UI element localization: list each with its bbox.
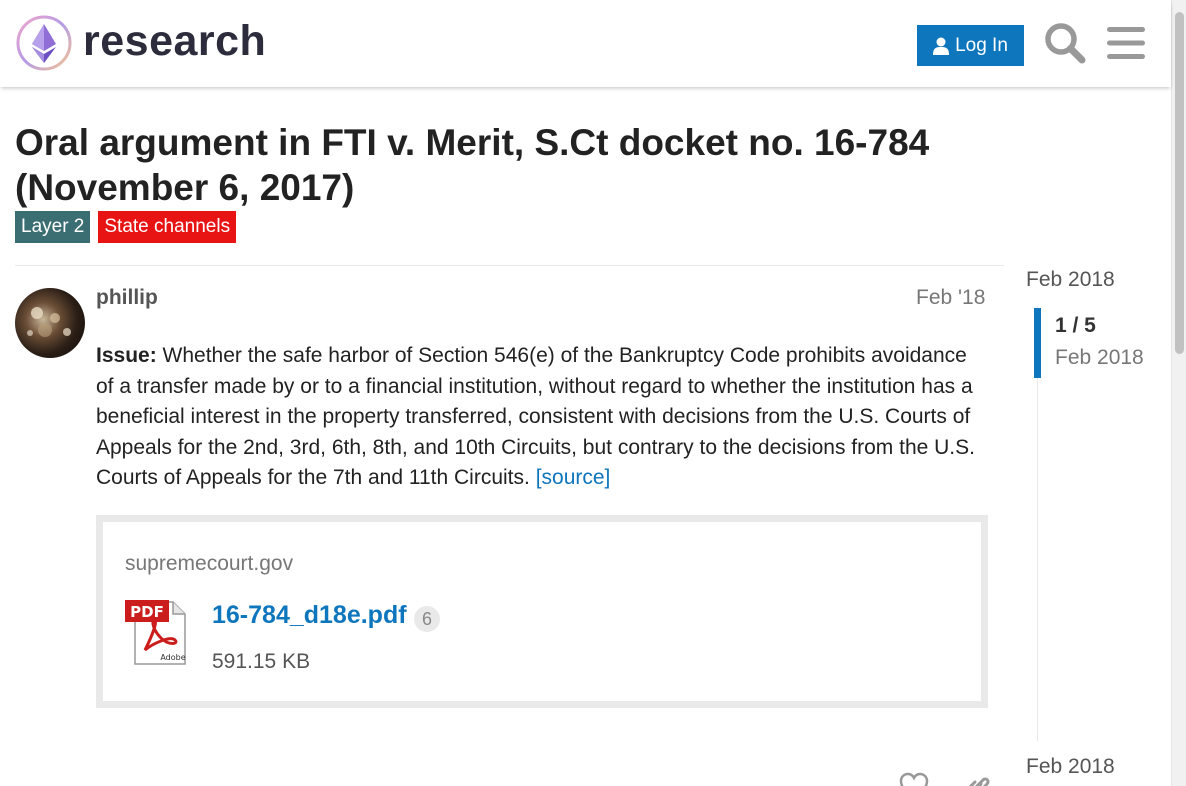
post-username[interactable]: phillip	[96, 286, 158, 310]
tag-layer-2[interactable]: Layer 2	[15, 211, 91, 243]
timeline-position: 1 / 5	[1055, 314, 1096, 337]
ethereum-logo-icon	[16, 15, 72, 71]
topic-tags: Layer 2 State channels	[15, 211, 237, 243]
onebox-card: supremecourt.gov PDF Adobe 16-784_d18e.p…	[96, 515, 988, 708]
avatar[interactable]	[15, 288, 85, 358]
post-date[interactable]: Feb '18	[916, 286, 985, 310]
timeline-start-date[interactable]: Feb 2018	[1026, 268, 1115, 292]
heart-icon[interactable]	[899, 772, 929, 786]
issue-label: Issue:	[96, 344, 157, 367]
timeline-scroll-handle[interactable]	[1034, 308, 1041, 378]
onebox-source[interactable]: supremecourt.gov	[125, 552, 293, 576]
source-link[interactable]: [source]	[536, 466, 611, 489]
site-logo[interactable]: research	[15, 14, 266, 72]
pdf-file-link[interactable]: 16-784_d18e.pdf	[212, 601, 407, 630]
site-name: research	[83, 16, 267, 65]
file-size: 591.15 KB	[212, 650, 311, 673]
login-label: Log In	[955, 34, 1008, 56]
hamburger-menu-icon[interactable]	[1107, 26, 1145, 60]
tag-state-channels[interactable]: State channels	[98, 211, 237, 243]
link-click-count-badge: 6	[414, 606, 440, 632]
pdf-file-icon: PDF Adobe	[125, 600, 186, 665]
title-divider	[15, 265, 1004, 266]
link-icon[interactable]	[963, 772, 993, 786]
svg-text:PDF: PDF	[130, 603, 164, 621]
login-button[interactable]: Log In	[917, 25, 1024, 66]
user-icon	[933, 37, 950, 55]
page-scrollbar[interactable]	[1171, 0, 1186, 786]
post-body: Issue: Whether the safe harbor of Sectio…	[96, 341, 988, 494]
scrollbar-thumb[interactable]	[1175, 12, 1184, 354]
svg-text:Adobe: Adobe	[160, 653, 185, 662]
topic-title[interactable]: Oral argument in FTI v. Merit, S.Ct dock…	[15, 120, 995, 210]
site-header: research Log In	[0, 0, 1171, 87]
timeline-end-date[interactable]: Feb 2018	[1026, 755, 1115, 779]
timeline-position-date: Feb 2018	[1055, 346, 1144, 369]
search-icon[interactable]	[1044, 22, 1086, 64]
avatar-image	[27, 307, 71, 337]
